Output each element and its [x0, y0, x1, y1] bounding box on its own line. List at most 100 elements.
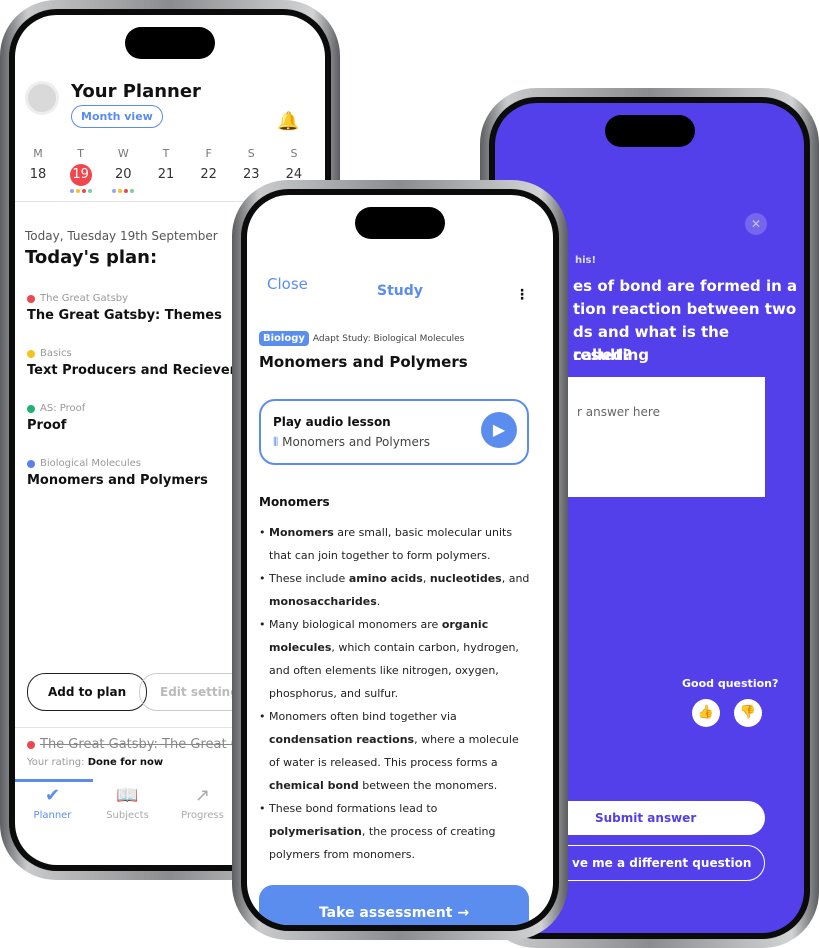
subject-label: Basics [40, 348, 72, 359]
audio-subtitle: Monomers and Polymers [282, 435, 431, 449]
key-term: Monomers [269, 526, 334, 539]
bullet-item: Monomers often bind together via condens… [259, 705, 531, 797]
bullet-item: Many biological monomers are organic mol… [259, 613, 531, 705]
weekday-label: T [77, 147, 85, 160]
tab-label: Progress [181, 810, 224, 821]
subject-dot [27, 740, 35, 749]
plan-heading: Today's plan: [25, 247, 158, 268]
question-line: tion reaction between two [573, 300, 797, 318]
study-screen: Close Study ⋮ Biology Adapt Study: Biolog… [247, 195, 553, 925]
audio-title: Play audio lesson [273, 415, 391, 429]
subject-label: The Great Gatsby [40, 293, 129, 304]
bullet-text: , and [501, 572, 530, 585]
day-19[interactable]: T 19 [64, 147, 98, 193]
audio-lesson-card[interactable]: Play audio lesson ⦀ Monomers and Polymer… [259, 399, 529, 465]
day-number: 21 [157, 167, 175, 182]
rating-value: Done for now [87, 757, 164, 768]
day-21[interactable]: T 21 [149, 147, 183, 193]
good-question-label: Good question? [682, 677, 779, 690]
add-to-plan-button[interactable]: Add to plan [27, 673, 148, 711]
weekday-label: W [117, 147, 129, 160]
lesson-title: Monomers and Polymers [259, 353, 468, 371]
key-term: condensation reactions [269, 733, 415, 746]
month-view-button[interactable]: Month view [71, 105, 163, 128]
bullet-list: Monomers are small, basic molecular unit… [259, 521, 531, 866]
tab-subjects[interactable]: 📖 Subjects [90, 785, 165, 821]
key-term: amino acids [348, 572, 423, 585]
subject-label: AS: Proof [40, 403, 86, 414]
key-term: chemical bond [269, 779, 359, 792]
question-line: es of bond are formed in a [573, 277, 798, 295]
answer-input[interactable]: r answer here [565, 377, 765, 497]
tab-label: Subjects [106, 810, 149, 821]
dynamic-island [604, 115, 695, 147]
submit-answer-button[interactable]: Submit answer [545, 801, 765, 835]
waveform-icon: ⦀ [273, 435, 283, 449]
bullet-text: . [376, 595, 381, 608]
weekday-label: F [205, 147, 212, 160]
study-phone: Close Study ⋮ Biology Adapt Study: Biolog… [232, 180, 568, 940]
weekday-label: S [290, 147, 298, 160]
key-term: polymerisation [269, 825, 362, 838]
different-question-button[interactable]: ve me a different question [545, 845, 765, 881]
day-number: 22 [200, 167, 217, 182]
event-dots [106, 189, 140, 193]
bullet-item: These include amino acids, nucleotides, … [259, 567, 531, 613]
subject-dot [27, 404, 35, 413]
answer-placeholder: r answer here [577, 405, 660, 419]
today-label: Today, Tuesday 19th September [25, 229, 218, 243]
subject-dot [27, 294, 35, 303]
check-circle-icon: ✔ [44, 785, 61, 806]
bullet-text: between the monomers. [358, 779, 498, 792]
bell-icon[interactable]: 🔔 [277, 111, 299, 132]
take-assessment-button[interactable]: Take assessment → [259, 885, 529, 925]
breadcrumb: Biology Adapt Study: Biological Molecules [259, 331, 464, 346]
section-heading: Monomers [259, 495, 330, 509]
subject-label: Biological Molecules [40, 458, 142, 469]
dynamic-island [355, 207, 445, 239]
rating-label: Your rating: [27, 757, 85, 768]
active-tab-indicator [15, 779, 93, 782]
bullet-text: , [422, 572, 430, 585]
bullet-text: These bond formations lead to [269, 802, 438, 815]
bullet-text: Monomers often bind together via [269, 710, 457, 723]
day-number: 18 [29, 167, 47, 182]
day-number: 19 [69, 164, 92, 186]
weekday-label: M [33, 147, 43, 160]
subject-dot [27, 349, 35, 358]
day-number: 23 [243, 167, 260, 182]
avatar[interactable] [25, 81, 59, 115]
tab-planner[interactable]: ✔ Planner [15, 785, 90, 821]
more-icon[interactable]: ⋮ [515, 287, 529, 303]
bullet-item: Monomers are small, basic molecular unit… [259, 521, 531, 567]
tab-label: Planner [33, 810, 72, 821]
book-icon: 📖 [116, 785, 139, 806]
close-button[interactable]: Close [267, 275, 308, 293]
subject-tag: Biology [259, 331, 309, 346]
page-title: Your Planner [71, 81, 201, 102]
quiz-prompt: his! [575, 255, 597, 266]
key-term: monosaccharides [269, 595, 377, 608]
event-dots [64, 189, 98, 193]
day-22[interactable]: F 22 [192, 147, 226, 193]
dynamic-island [125, 27, 215, 59]
close-icon[interactable]: ✕ [745, 213, 767, 235]
tab-progress[interactable]: ↗ Progress [165, 785, 240, 821]
question-line: called? [573, 346, 632, 364]
thumbs-down-icon[interactable]: 👎 [734, 699, 762, 727]
play-icon[interactable]: ▶ [481, 412, 517, 448]
weekday-label: S [247, 147, 255, 160]
bullet-text: These include [269, 572, 349, 585]
day-18[interactable]: M 18 [21, 147, 55, 193]
weekday-label: T [162, 147, 170, 160]
bullet-item: These bond formations lead to polymerisa… [259, 797, 531, 866]
breadcrumb-text: Adapt Study: Biological Molecules [312, 333, 465, 344]
bullet-text: Many biological monomers are [269, 618, 442, 631]
key-term: nucleotides [429, 572, 502, 585]
day-20[interactable]: W 20 [106, 147, 140, 193]
screen-title: Study [377, 283, 423, 299]
subject-dot [27, 459, 35, 468]
trend-icon: ↗ [194, 785, 211, 806]
thumbs-up-icon[interactable]: 👍 [692, 699, 720, 727]
rating: Your rating: Done for now [27, 757, 163, 768]
